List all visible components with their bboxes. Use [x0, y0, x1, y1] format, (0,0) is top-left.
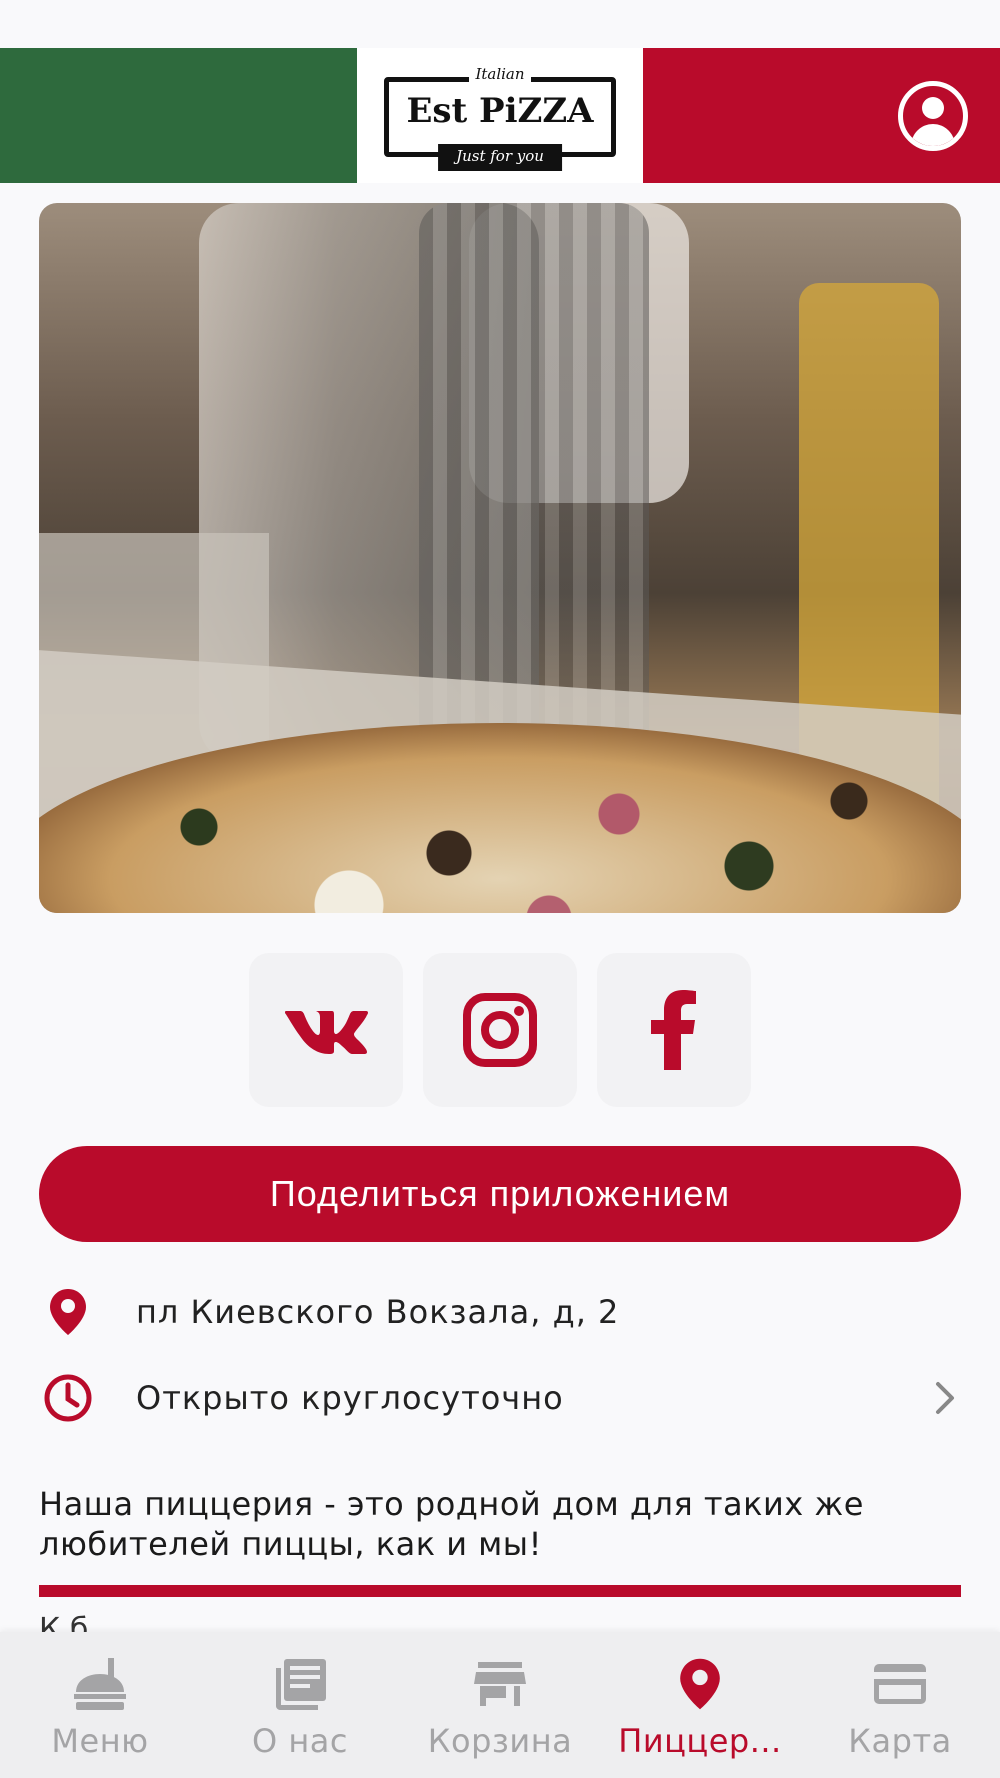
credit-card-icon — [872, 1656, 928, 1712]
vk-icon — [285, 1011, 368, 1054]
chevron-right-icon — [936, 1382, 954, 1414]
nav-cart-label: Корзина — [427, 1722, 573, 1760]
nav-pizzerias[interactable]: Пиццер... — [600, 1632, 800, 1778]
status-bar — [0, 0, 1000, 48]
about-heading: Наша пиццерия - это родной дом для таких… — [39, 1485, 864, 1563]
opening-hours-row[interactable]: Открыто круглосуточно — [0, 1363, 1000, 1433]
divider — [39, 1585, 961, 1597]
flag-green-stripe — [0, 48, 357, 183]
nav-menu-label: Меню — [51, 1722, 149, 1760]
logo-bottom-text: Just for you — [438, 143, 562, 171]
nav-pizzerias-label: Пиццер... — [618, 1722, 782, 1760]
share-app-button[interactable]: Поделиться приложением — [39, 1146, 961, 1242]
flag-red-stripe — [643, 48, 1000, 183]
screen: Italian Est PiZZA Just for you Поделитьс… — [0, 0, 1000, 1778]
pizzeria-photo — [39, 203, 961, 913]
address-row: пл Киевского Вокзала, д, 2 — [0, 1277, 1000, 1347]
opening-hours-text: Открыто круглосуточно — [136, 1379, 564, 1417]
logo-main-text: Est PiZZA — [406, 90, 594, 131]
user-circle-icon[interactable] — [898, 81, 968, 151]
est-pizza-logo: Italian Est PiZZA Just for you — [384, 61, 616, 171]
location-pin-icon — [43, 1287, 93, 1337]
nav-menu[interactable]: Меню — [0, 1632, 200, 1778]
app-header: Italian Est PiZZA Just for you — [0, 48, 1000, 183]
menu-food-icon — [72, 1656, 128, 1712]
nav-about[interactable]: О нас — [200, 1632, 400, 1778]
nav-card-label: Карта — [848, 1722, 952, 1760]
profile-body — [911, 124, 955, 146]
nav-about-label: О нас — [252, 1722, 348, 1760]
profile-head — [922, 97, 944, 119]
store-icon — [472, 1656, 528, 1712]
clock-icon — [43, 1373, 93, 1423]
instagram-icon — [463, 993, 537, 1067]
nav-card[interactable]: Карта — [800, 1632, 1000, 1778]
address-text: пл Киевского Вокзала, д, 2 — [136, 1293, 620, 1331]
logo-top-text: Italian — [469, 64, 531, 83]
instagram-button[interactable] — [423, 953, 577, 1107]
logo-area: Italian Est PiZZA Just for you — [357, 48, 643, 183]
nav-cart[interactable]: Корзина — [400, 1632, 600, 1778]
facebook-button[interactable] — [597, 953, 751, 1107]
news-icon — [272, 1656, 328, 1712]
vk-button[interactable] — [249, 953, 403, 1107]
social-links — [0, 953, 1000, 1107]
location-pin-icon — [672, 1656, 728, 1712]
bottom-navigation: Меню О нас Корзина Пиццер... Карта — [0, 1632, 1000, 1778]
facebook-icon — [651, 990, 696, 1070]
